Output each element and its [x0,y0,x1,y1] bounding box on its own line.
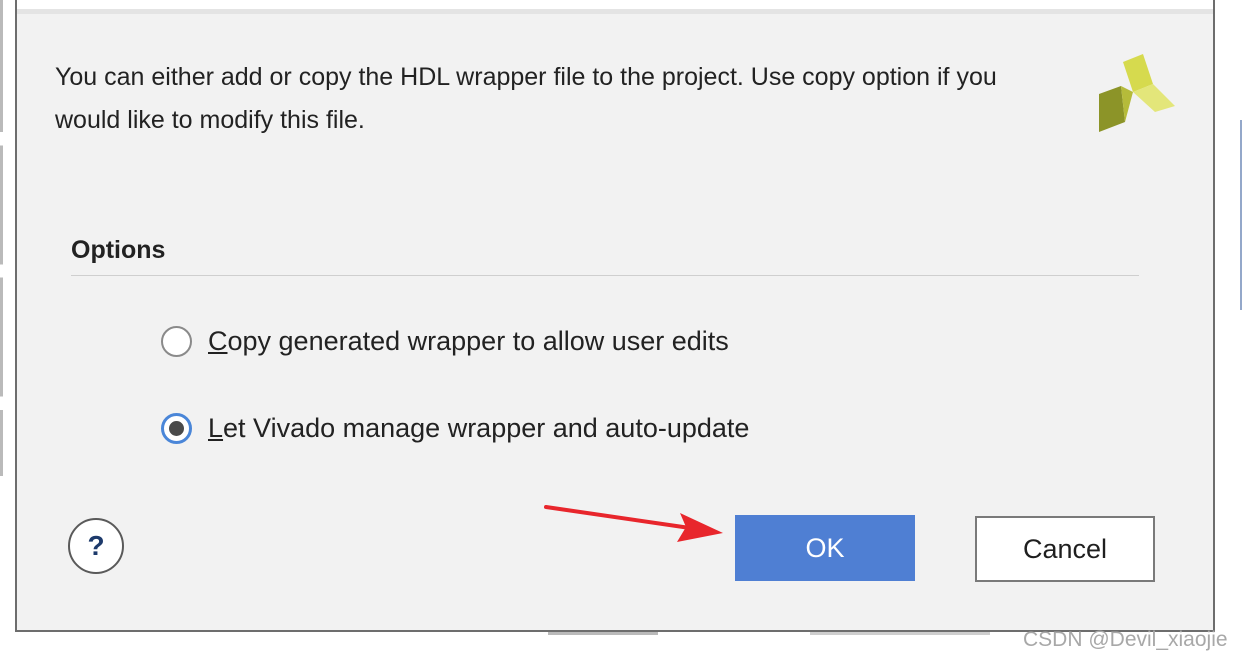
option-copy-wrapper-mnemonic: C [208,326,228,356]
option-copy-wrapper-text: opy generated wrapper to allow user edit… [227,326,729,356]
ok-button[interactable]: OK [735,515,915,581]
options-section-title: Options [71,236,166,264]
cancel-button[interactable]: Cancel [975,516,1155,582]
dialog-title-bar [17,0,1213,14]
dialog-message: You can either add or copy the HDL wrapp… [55,63,997,134]
option-vivado-manage-mnemonic: L [208,413,224,443]
radio-vivado-manage[interactable] [161,413,192,444]
option-vivado-manage-label: Let Vivado manage wrapper and auto-updat… [208,413,749,444]
background-window-right [1213,0,1245,661]
option-copy-wrapper-label: Copy generated wrapper to allow user edi… [208,326,729,357]
option-vivado-manage[interactable]: Let Vivado manage wrapper and auto-updat… [161,413,749,444]
help-button[interactable]: ? [68,518,124,574]
red-arrow-icon [544,505,723,542]
background-window-edge [0,0,3,661]
vivado-logo-icon [1099,54,1175,132]
options-divider [71,275,1139,276]
option-copy-wrapper[interactable]: Copy generated wrapper to allow user edi… [161,326,729,357]
radio-copy-wrapper[interactable] [161,326,192,357]
watermark-text: CSDN @Devil_xiaojie [1023,628,1228,651]
option-vivado-manage-text: et Vivado manage wrapper and auto-update [223,413,750,443]
